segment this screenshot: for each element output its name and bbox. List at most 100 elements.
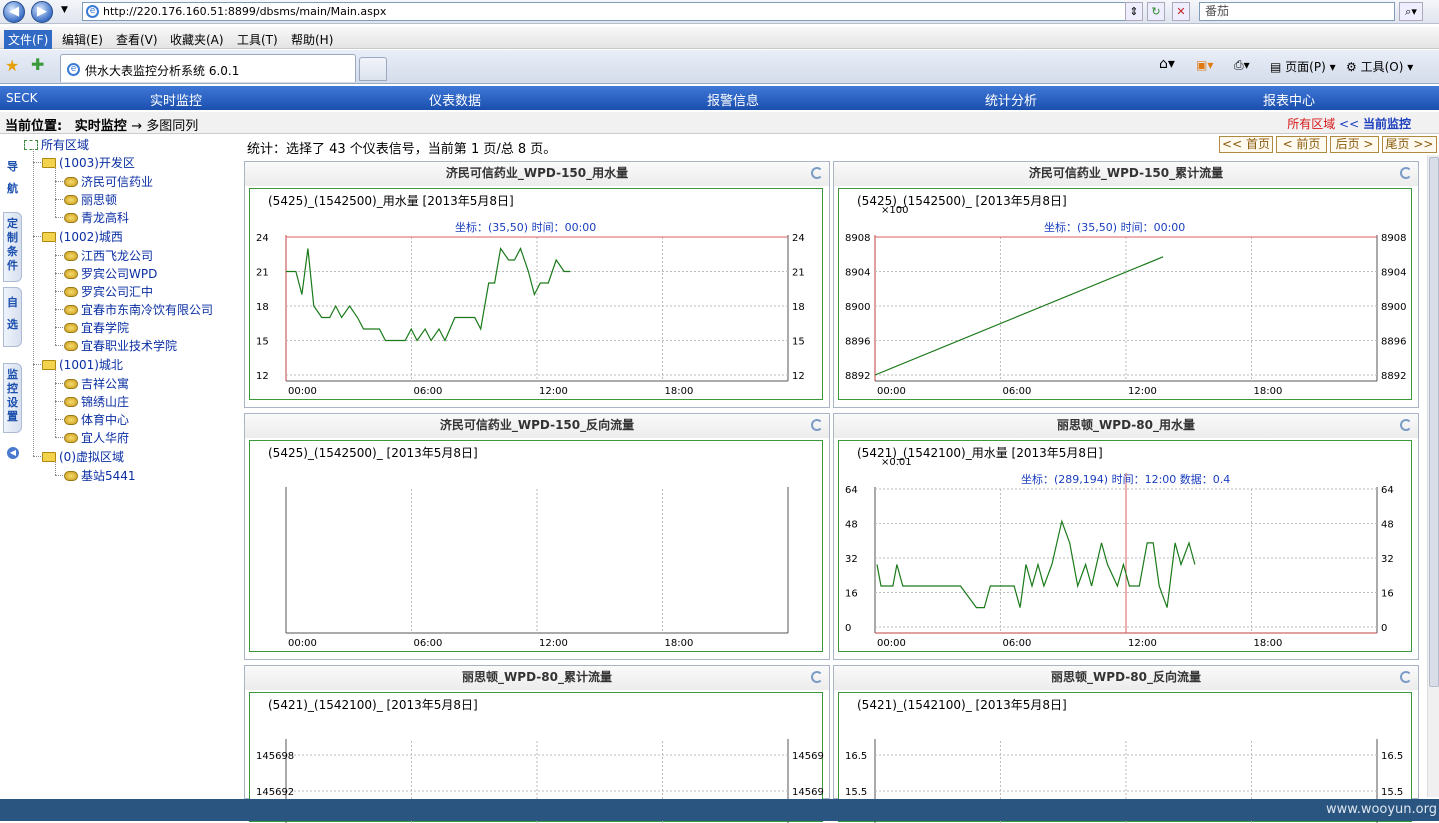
add-favorite-icon[interactable]: ✚ [31, 55, 44, 74]
refresh-chart-icon[interactable] [811, 671, 823, 683]
menu-tools[interactable]: 工具(T) [237, 31, 278, 48]
menu-edit[interactable]: 编辑(E) [62, 31, 103, 48]
y-tick-label-right: 8892 [1381, 371, 1406, 382]
scrollbar-thumb[interactable] [1429, 157, 1439, 687]
y-tick-label-right: 145698 [792, 751, 824, 762]
tree-meter-item[interactable]: 江西飞龙公司 [64, 247, 153, 264]
sidetab-navigation[interactable]: 导航 [3, 151, 22, 209]
folder-icon [42, 360, 56, 370]
series-line [876, 519, 1196, 609]
sidetab-custom-filter[interactable]: 定制条件 [3, 212, 22, 282]
y-tick-label-right: 15 [792, 337, 805, 348]
tree-meter-item[interactable]: 青龙高科 [64, 209, 129, 226]
new-tab-button[interactable] [359, 57, 387, 81]
tree-meter-item[interactable]: 丽思顿 [64, 191, 117, 208]
y-multiplier: ×100 [881, 205, 909, 216]
tree-meter-item[interactable]: 体育中心 [64, 411, 129, 428]
refresh-chart-icon[interactable] [811, 167, 823, 179]
menu-favorites[interactable]: 收藏夹(A) [170, 31, 224, 48]
tree-meter-item[interactable]: 济民可信药业 [64, 173, 153, 190]
tree-connector [33, 236, 43, 237]
refresh-chart-icon[interactable] [1400, 167, 1412, 179]
nav-realtime[interactable]: 实时监控 [150, 90, 202, 109]
chart-panel: 丽思顿_WPD-80_累计流量 145698 145698 145692 145692 (… [244, 665, 830, 823]
history-dropdown-icon[interactable]: ▼ [61, 5, 68, 15]
tree-meter-item[interactable]: 罗宾公司WPD [64, 265, 157, 282]
menu-help[interactable]: 帮助(H) [291, 31, 333, 48]
x-tick-label: 06:00 [414, 386, 443, 397]
tree-meter-item[interactable]: 宜人华府 [64, 429, 129, 446]
status-bar: www.wooyun.org [0, 799, 1439, 821]
refresh-icon[interactable]: ↻ [1147, 2, 1165, 21]
tree-meter-item[interactable]: 宜春职业技术学院 [64, 337, 177, 354]
meter-icon [64, 415, 78, 425]
tree-meter-item[interactable]: 宜春学院 [64, 319, 129, 336]
tab-main[interactable]: e 供水大表监控分析系统 6.0.1 [60, 54, 356, 82]
current-monitor-link[interactable]: 当前监控 [1363, 117, 1411, 131]
refresh-chart-icon[interactable] [1400, 671, 1412, 683]
y-tick-label: 16.5 [845, 751, 867, 762]
page-menu[interactable]: ▤ 页面(P) ▾ [1270, 58, 1336, 75]
stop-icon[interactable]: ✕ [1172, 2, 1190, 21]
first-page-button[interactable]: << 首页 [1219, 136, 1273, 153]
chart-subtitle: (5425)_(1542500)_ [2013年5月8日] [268, 446, 478, 460]
x-tick-label: 18:00 [1254, 638, 1283, 649]
meter-icon [64, 177, 78, 187]
tree-meter-item[interactable]: 罗宾公司汇中 [64, 283, 153, 300]
menu-view[interactable]: 查看(V) [116, 31, 158, 48]
nav-statistics[interactable]: 统计分析 [985, 90, 1037, 109]
tree-meter-item[interactable]: 吉祥公寓 [64, 375, 129, 392]
tools-menu[interactable]: ⚙ 工具(O) ▾ [1346, 58, 1413, 75]
menu-file[interactable]: 文件(F) [4, 30, 53, 49]
url-input[interactable]: e http://220.176.160.51:8899/dbsms/main/… [82, 2, 1142, 21]
y-tick-label: 18 [256, 302, 269, 313]
forward-icon[interactable]: ▶ [31, 1, 53, 23]
tree-item-label: 罗宾公司汇中 [81, 285, 154, 299]
refresh-chart-icon[interactable] [811, 419, 823, 431]
page-scrollbar[interactable] [1427, 155, 1439, 797]
favorites-star-icon[interactable]: ★ [5, 56, 19, 75]
next-page-button[interactable]: 后页 > [1330, 136, 1379, 153]
nav-reports[interactable]: 报表中心 [1263, 90, 1315, 109]
tree-group-label: (1001)城北 [59, 358, 123, 372]
tools-menu-label: 工具(O) [1360, 60, 1404, 74]
dropdown-icon[interactable]: ⇕ [1125, 2, 1143, 21]
search-icon[interactable]: ⌕▾ [1399, 2, 1423, 21]
print-icon[interactable]: ⎙▾ [1234, 58, 1250, 73]
sidetab-favorites[interactable]: 自选 [3, 287, 22, 347]
meter-icon [64, 305, 78, 315]
tab-bar: ★ ✚ e 供水大表监控分析系统 6.0.1 ⌂▾ ▣▾ ⎙▾ ▤ 页面(P) … [0, 50, 1439, 84]
prev-page-button[interactable]: < 前页 [1276, 136, 1327, 153]
tree-connector [55, 168, 56, 217]
y-tick-label-right: 8900 [1381, 302, 1406, 313]
nav-meter-data[interactable]: 仪表数据 [429, 90, 481, 109]
feeds-icon[interactable]: ▣▾ [1196, 58, 1213, 72]
x-tick-label: 18:00 [665, 638, 694, 649]
x-tick-label: 12:00 [1128, 638, 1157, 649]
tree-meter-item[interactable]: 宜春市东南冷饮有限公司 [64, 301, 213, 318]
breadcrumb-path[interactable]: 实时监控 [75, 119, 127, 134]
back-icon[interactable]: ◀ [3, 1, 25, 23]
sidetab-monitor-settings[interactable]: 监控设置 [3, 363, 22, 433]
tree-connector [55, 327, 65, 328]
nav-alarm[interactable]: 报警信息 [707, 90, 759, 109]
all-areas-link[interactable]: 所有区域 [1287, 117, 1335, 131]
tree-meter-item[interactable]: 基站5441 [64, 467, 136, 484]
series-line [874, 256, 1164, 376]
folder-icon [42, 232, 56, 242]
search-input[interactable]: 番茄 [1199, 2, 1395, 21]
refresh-chart-icon[interactable] [1400, 419, 1412, 431]
chart-subtitle: (5421)_(1542100)_ [2013年5月8日] [857, 698, 1067, 712]
y-tick-label: 15.5 [845, 787, 867, 798]
x-tick-label: 18:00 [1254, 386, 1283, 397]
meter-icon [64, 397, 78, 407]
y-tick-label-right: 0 [1381, 623, 1387, 634]
y-tick-label: 32 [845, 554, 858, 565]
tree-connector [55, 419, 65, 420]
last-page-button[interactable]: 尾页 >> [1382, 136, 1437, 153]
collapse-icon[interactable]: ◀ [7, 447, 19, 459]
home-icon[interactable]: ⌂▾ [1159, 56, 1175, 72]
tree-meter-item[interactable]: 锦绣山庄 [64, 393, 129, 410]
tree-item-label: 基站5441 [81, 469, 136, 483]
meter-icon [64, 195, 78, 205]
